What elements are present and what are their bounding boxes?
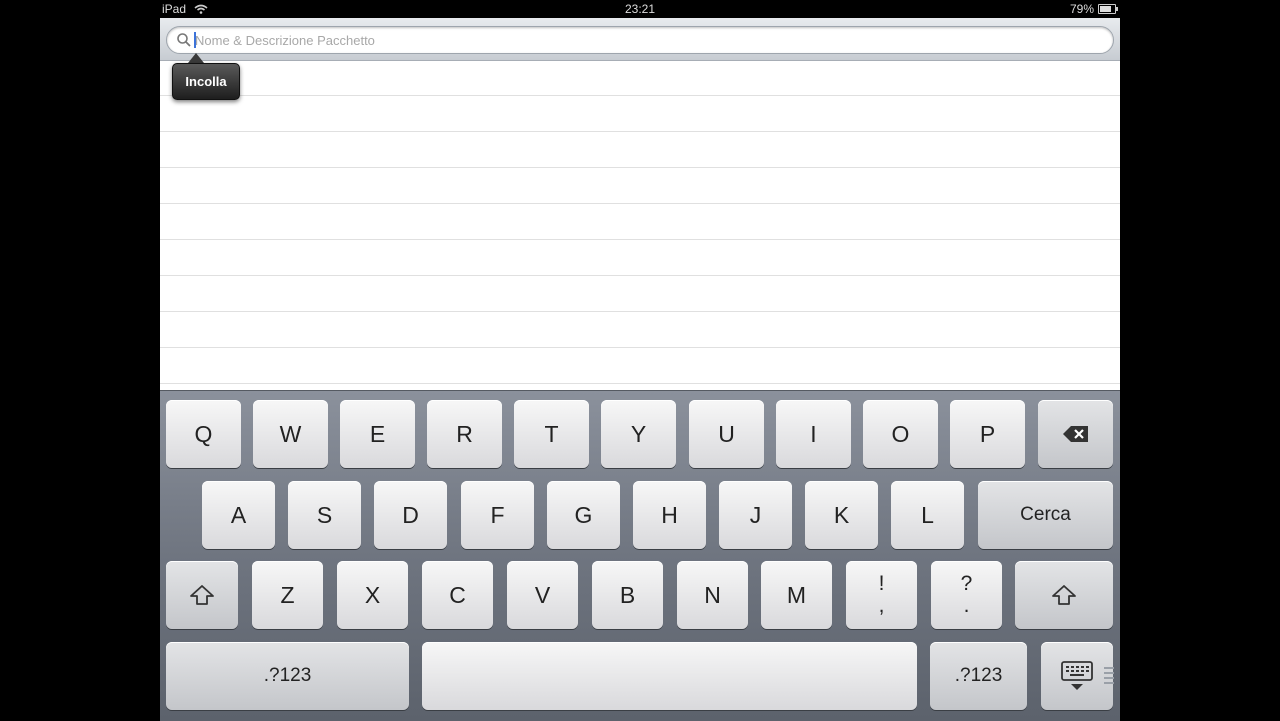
- popup-arrow: [188, 53, 204, 63]
- dismiss-keyboard-key[interactable]: [1041, 642, 1113, 710]
- clock: 23:21: [624, 2, 656, 16]
- key-u[interactable]: U: [689, 400, 764, 468]
- list-row[interactable]: [160, 132, 1120, 168]
- key-b[interactable]: B: [592, 561, 663, 629]
- backspace-key[interactable]: [1038, 400, 1113, 468]
- search-icon: [177, 33, 191, 47]
- key-l[interactable]: L: [891, 481, 964, 549]
- key-z[interactable]: Z: [252, 561, 323, 629]
- keyboard-dismiss-icon: [1061, 661, 1093, 690]
- battery-percent: 79%: [1069, 2, 1094, 16]
- key-v[interactable]: V: [507, 561, 578, 629]
- shift-key-left[interactable]: [166, 561, 238, 629]
- space-bar[interactable]: [422, 642, 917, 710]
- list-row[interactable]: [160, 276, 1120, 312]
- key-g[interactable]: G: [547, 481, 620, 549]
- key-y[interactable]: Y: [601, 400, 676, 468]
- list-row[interactable]: [160, 168, 1120, 204]
- paste-button[interactable]: Incolla: [172, 63, 240, 100]
- key-k[interactable]: K: [805, 481, 878, 549]
- key-exclamation-label: !: [878, 572, 885, 595]
- search-key[interactable]: Cerca: [978, 481, 1113, 549]
- key-f[interactable]: F: [461, 481, 534, 549]
- key-e[interactable]: E: [340, 400, 415, 468]
- keyboard: Q W E R T Y U I O P A S D F G H J K L Ce…: [160, 390, 1120, 721]
- backspace-icon: [1062, 426, 1088, 442]
- list-row[interactable]: [160, 240, 1120, 276]
- list-row[interactable]: [160, 60, 1120, 96]
- key-comma-label: ,: [878, 594, 885, 617]
- key-c[interactable]: C: [422, 561, 493, 629]
- search-bar: [160, 18, 1120, 61]
- package-list: [160, 60, 1120, 384]
- key-r[interactable]: R: [427, 400, 502, 468]
- shift-key-right[interactable]: [1015, 561, 1113, 629]
- key-o[interactable]: O: [863, 400, 938, 468]
- battery-icon: [1098, 4, 1118, 14]
- shift-icon: [190, 585, 214, 605]
- key-n[interactable]: N: [677, 561, 748, 629]
- list-row[interactable]: [160, 312, 1120, 348]
- status-bar: iPad 23:21 79%: [160, 0, 1120, 18]
- search-input[interactable]: [195, 30, 1075, 50]
- numbers-key-left[interactable]: .?123: [166, 642, 409, 710]
- key-p[interactable]: P: [950, 400, 1025, 468]
- key-i[interactable]: I: [776, 400, 851, 468]
- list-row[interactable]: [160, 204, 1120, 240]
- keyboard-split-handle[interactable]: [1104, 667, 1114, 687]
- shift-icon: [1052, 585, 1076, 605]
- key-d[interactable]: D: [374, 481, 447, 549]
- key-s[interactable]: S: [288, 481, 361, 549]
- list-row[interactable]: [160, 96, 1120, 132]
- key-w[interactable]: W: [253, 400, 328, 468]
- key-q[interactable]: Q: [166, 400, 241, 468]
- key-h[interactable]: H: [633, 481, 706, 549]
- key-a[interactable]: A: [202, 481, 275, 549]
- numbers-key-right[interactable]: .?123: [930, 642, 1027, 710]
- key-x[interactable]: X: [337, 561, 408, 629]
- search-field[interactable]: [166, 26, 1114, 54]
- key-question-label: ?: [960, 572, 973, 595]
- key-question-period[interactable]: ?.: [931, 561, 1002, 629]
- key-j[interactable]: J: [719, 481, 792, 549]
- key-period-label: .: [963, 594, 970, 617]
- key-exclamation-comma[interactable]: !,: [846, 561, 917, 629]
- list-row[interactable]: [160, 348, 1120, 384]
- key-m[interactable]: M: [761, 561, 832, 629]
- key-t[interactable]: T: [514, 400, 589, 468]
